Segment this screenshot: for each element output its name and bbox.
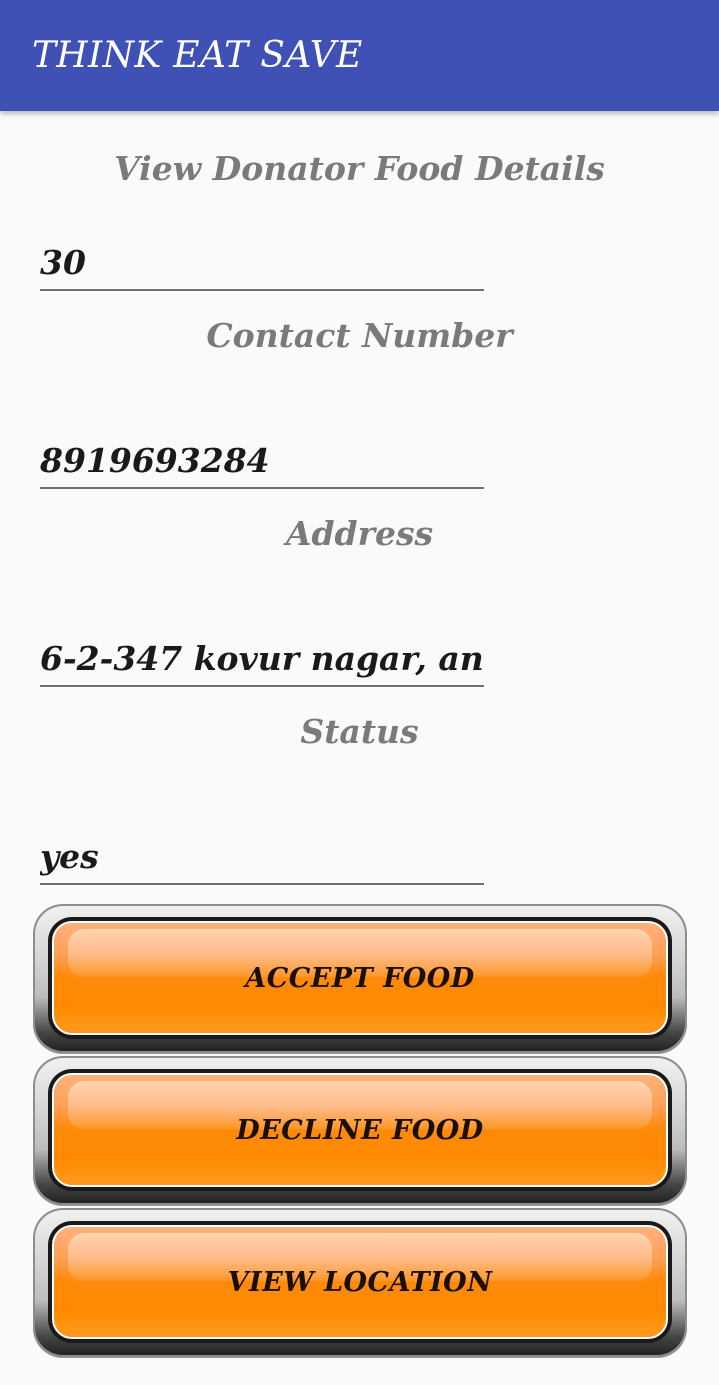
- decline-food-button[interactable]: DECLINE FOOD: [33, 1056, 687, 1205]
- address-field[interactable]: 6-2-347 kovur nagar, anant: [40, 639, 484, 687]
- app-bar: THINK EAT SAVE: [0, 0, 719, 111]
- contact-number-field[interactable]: 8919693284: [40, 441, 484, 489]
- decline-food-button-face[interactable]: DECLINE FOOD: [52, 1073, 668, 1187]
- view-location-button[interactable]: VIEW LOCATION: [33, 1208, 687, 1357]
- status-label: Status: [300, 712, 419, 751]
- decline-food-button-ring: DECLINE FOOD: [48, 1069, 672, 1191]
- view-location-button-ring: VIEW LOCATION: [48, 1221, 672, 1343]
- view-location-button-face[interactable]: VIEW LOCATION: [52, 1225, 668, 1339]
- status-field[interactable]: yes: [40, 837, 484, 885]
- decline-food-label: DECLINE FOOD: [236, 1114, 484, 1146]
- quantity-field[interactable]: 30: [40, 243, 484, 291]
- address-label: Address: [285, 514, 434, 553]
- app-title: THINK EAT SAVE: [32, 35, 363, 76]
- view-location-label: VIEW LOCATION: [227, 1266, 493, 1298]
- page-title: View Donator Food Details: [114, 149, 605, 188]
- accept-food-button-face[interactable]: ACCEPT FOOD: [52, 921, 668, 1035]
- accept-food-button[interactable]: ACCEPT FOOD: [33, 904, 687, 1053]
- contact-number-label: Contact Number: [206, 316, 513, 355]
- accept-food-label: ACCEPT FOOD: [245, 962, 475, 994]
- accept-food-button-ring: ACCEPT FOOD: [48, 917, 672, 1039]
